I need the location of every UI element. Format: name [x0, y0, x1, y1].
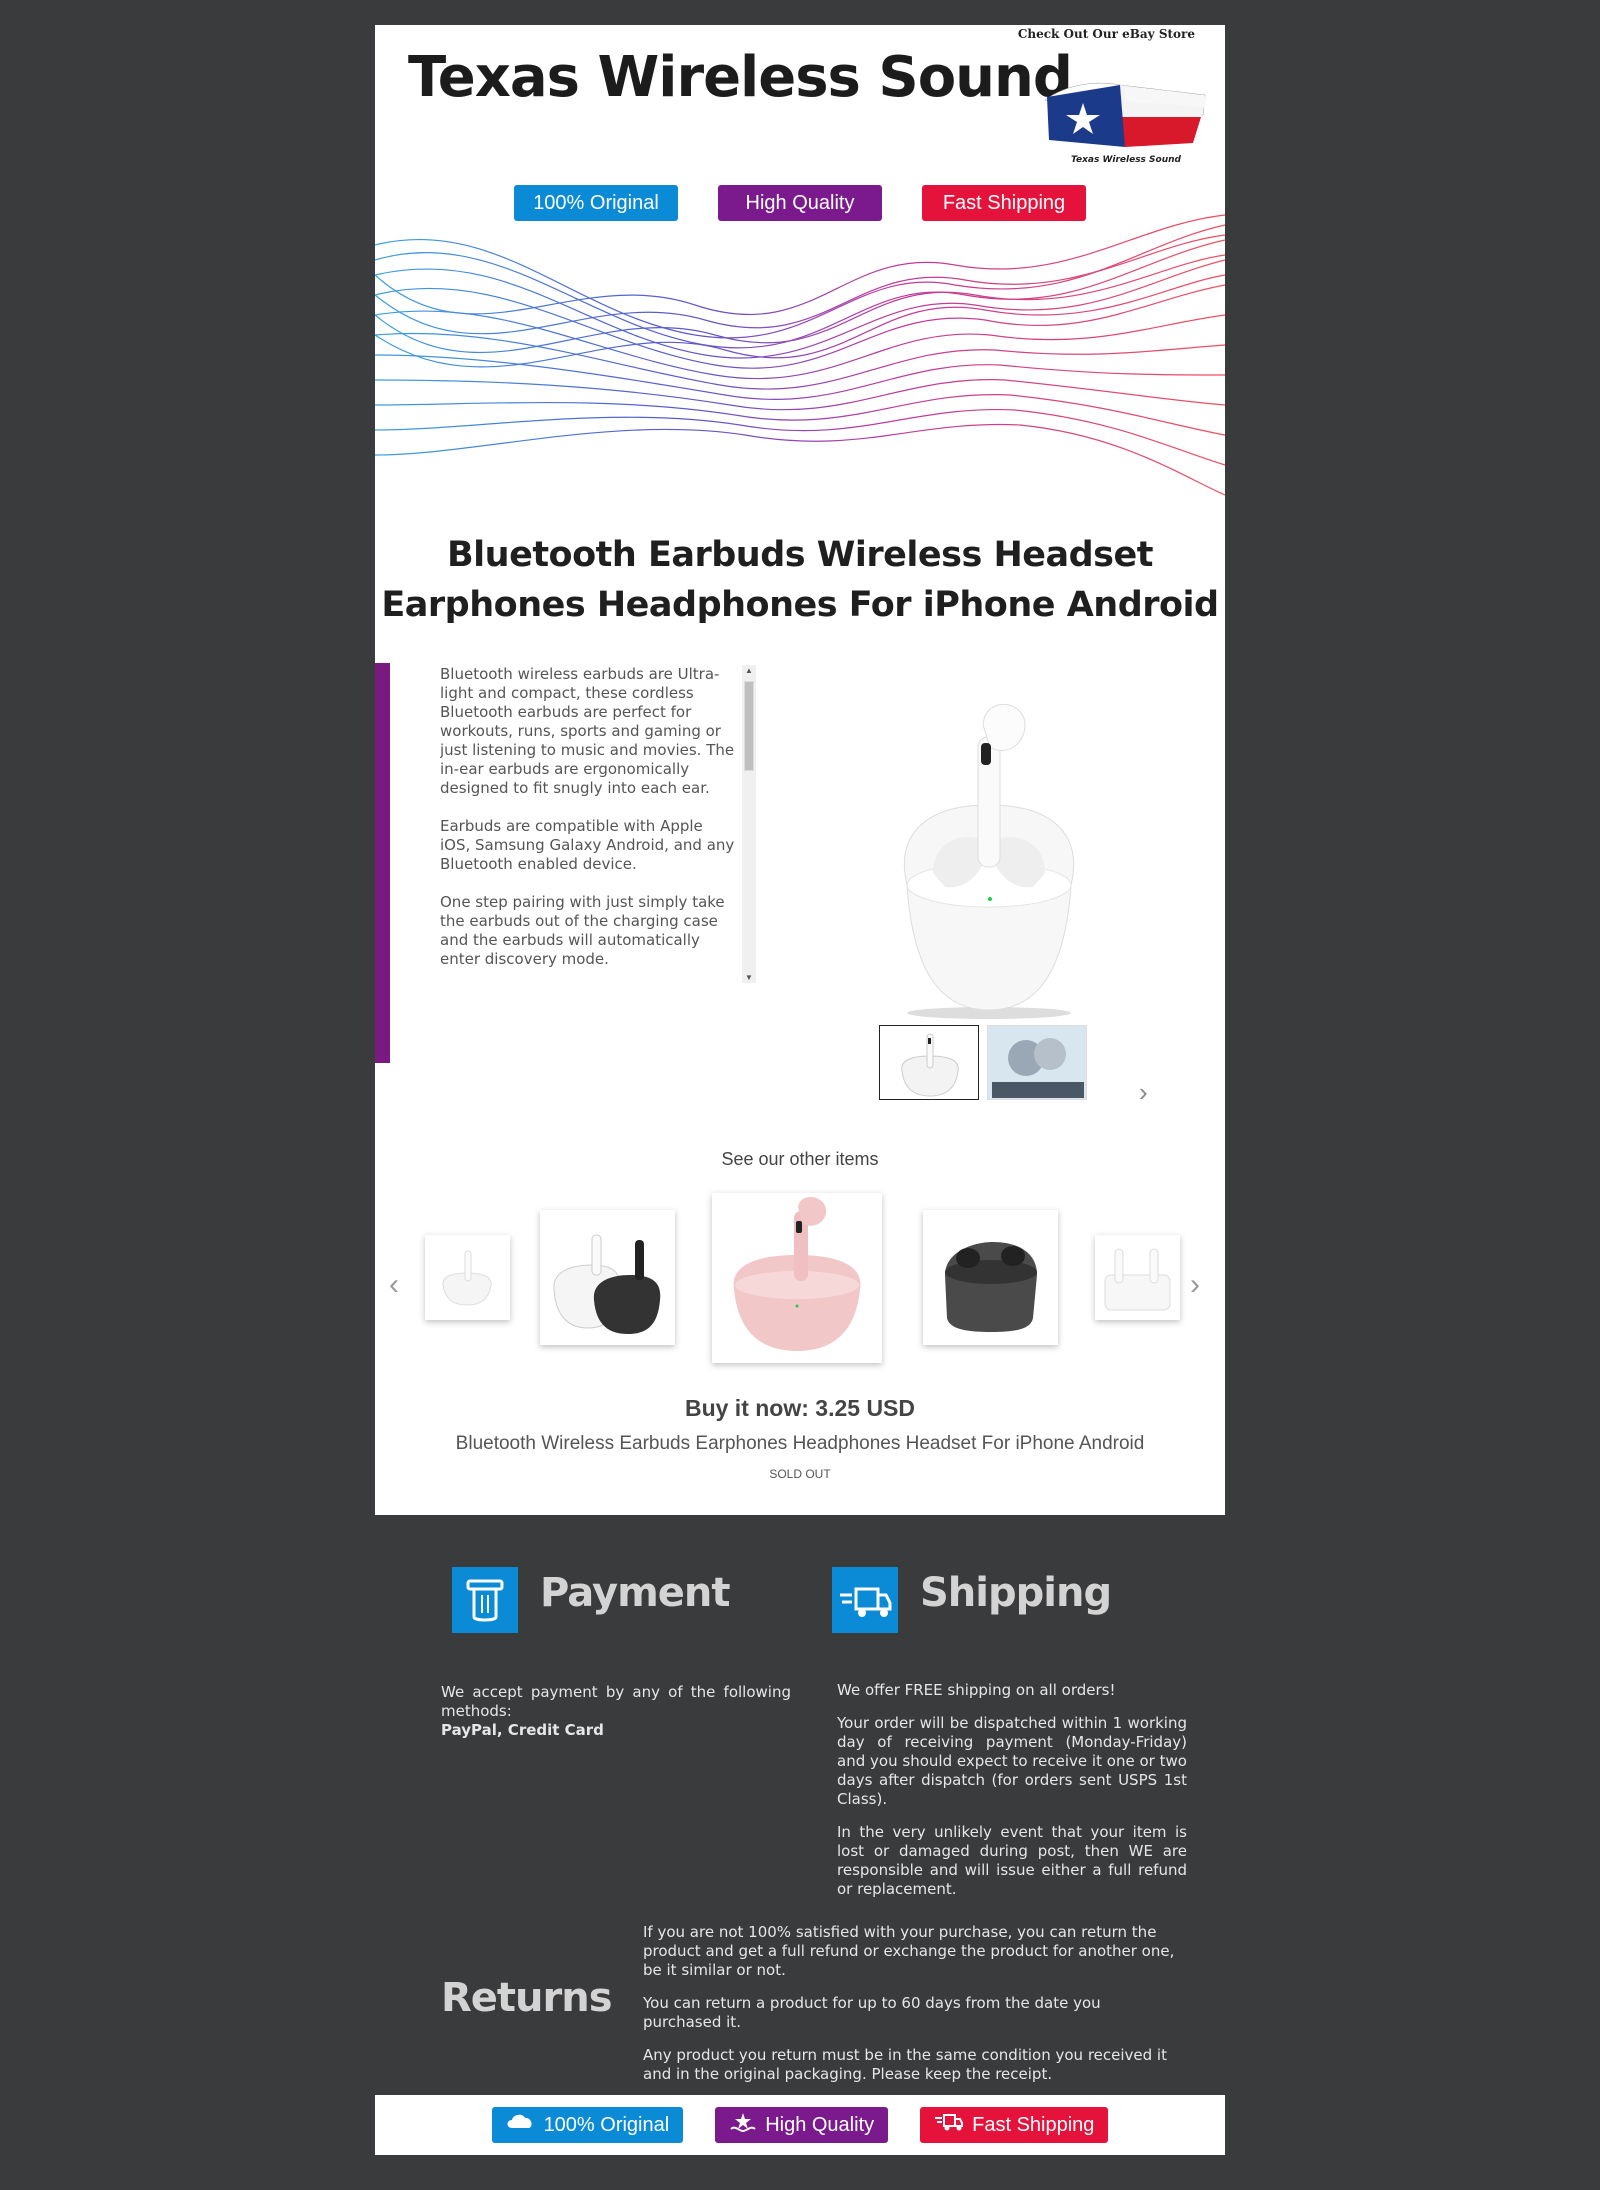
footer-badge-shipping[interactable]: Fast Shipping: [920, 2107, 1109, 2143]
buy-now-price[interactable]: Buy it now: 3.25 USD: [375, 1395, 1225, 1422]
sound-wave-graphic: [375, 214, 1225, 496]
scroll-thumb[interactable]: [744, 681, 754, 771]
scroll-up-icon[interactable]: ▲: [745, 666, 753, 675]
scroll-down-icon[interactable]: ▼: [745, 973, 753, 982]
footer-badge-label: High Quality: [765, 2113, 875, 2136]
ebay-store-link[interactable]: Check Out Our eBay Store: [1018, 27, 1195, 41]
shipping-paragraph: In the very unlikely event that your ite…: [837, 1823, 1187, 1898]
thumbnail-1[interactable]: [879, 1025, 979, 1100]
cloud-icon: [506, 2112, 536, 2138]
shipping-paragraph: We offer FREE shipping on all orders!: [837, 1681, 1116, 1699]
shipping-paragraph: Your order will be dispatched within 1 w…: [837, 1714, 1187, 1808]
listing-page: Texas Wireless Sound Check Out Our eBay …: [375, 25, 1225, 2155]
footer-badge-label: 100% Original: [543, 2113, 670, 2136]
truck-icon: [934, 2111, 964, 2139]
payment-icon: [452, 1567, 518, 1633]
product-title-line2: Earphones Headphones For iPhone Android: [381, 585, 1219, 625]
carousel-item[interactable]: [425, 1235, 510, 1320]
description-paragraph: Bluetooth wireless earbuds are Ultra-lig…: [440, 665, 735, 797]
description-scrollbar[interactable]: ▲ ▼: [742, 665, 756, 983]
product-title-line1: Bluetooth Earbuds Wireless Headset: [446, 535, 1154, 575]
accent-bar: [375, 663, 390, 1063]
payment-heading: Payment: [540, 1570, 730, 1616]
payment-description: We accept payment by any of the followin…: [441, 1683, 791, 1720]
product-title: Bluetooth Earbuds Wireless Headset Earph…: [375, 530, 1225, 630]
logo-caption: Texas Wireless Sound: [1071, 155, 1181, 165]
description-paragraph: Earbuds are compatible with Apple iOS, S…: [440, 817, 735, 873]
item-title-link[interactable]: Bluetooth Wireless Earbuds Earphones Hea…: [375, 1433, 1225, 1455]
shipping-truck-icon: [832, 1567, 898, 1633]
other-items-heading: See our other items: [721, 1149, 879, 1169]
chevron-left-icon[interactable]: ‹: [389, 1268, 399, 1302]
returns-paragraph: Any product you return must be in the sa…: [643, 2046, 1167, 2083]
shipping-text: We offer FREE shipping on all orders! Yo…: [837, 1681, 1187, 1913]
description-paragraph: One step pairing with just simply take t…: [440, 893, 725, 968]
status-badge: SOLD OUT: [769, 1467, 831, 1481]
description-box[interactable]: Bluetooth wireless earbuds are Ultra-lig…: [440, 665, 735, 970]
carousel-item[interactable]: [712, 1193, 882, 1363]
footer-badge-quality[interactable]: High Quality: [715, 2107, 889, 2143]
chevron-right-icon[interactable]: ›: [1139, 1077, 1148, 1108]
thumbnail-2[interactable]: [987, 1025, 1087, 1100]
info-section: Payment We accept payment by any of the …: [375, 1515, 1225, 2095]
thumbnail-strip: [879, 1025, 1087, 1100]
returns-paragraph: You can return a product for up to 60 da…: [643, 1994, 1101, 2031]
store-title: Texas Wireless Sound: [408, 45, 1073, 110]
payment-text: We accept payment by any of the followin…: [441, 1683, 791, 1740]
footer-badge-original[interactable]: 100% Original: [491, 2107, 684, 2143]
carousel-item[interactable]: [1095, 1235, 1180, 1320]
star-hand-icon: [729, 2111, 757, 2139]
chevron-right-icon[interactable]: ›: [1190, 1268, 1200, 1302]
payment-methods: PayPal, Credit Card: [441, 1721, 604, 1739]
shipping-heading: Shipping: [920, 1570, 1112, 1616]
footer-badges: 100% Original High Quality Fast Shipping: [375, 2107, 1225, 2143]
footer-badge-label: Fast Shipping: [972, 2113, 1095, 2136]
carousel-item[interactable]: [540, 1210, 675, 1345]
carousel-item[interactable]: [923, 1210, 1058, 1345]
product-main-image: [903, 703, 1075, 1019]
returns-paragraph: If you are not 100% satisfied with your …: [643, 1923, 1175, 1979]
returns-heading: Returns: [441, 1975, 613, 2021]
returns-text: If you are not 100% satisfied with your …: [643, 1923, 1178, 2098]
